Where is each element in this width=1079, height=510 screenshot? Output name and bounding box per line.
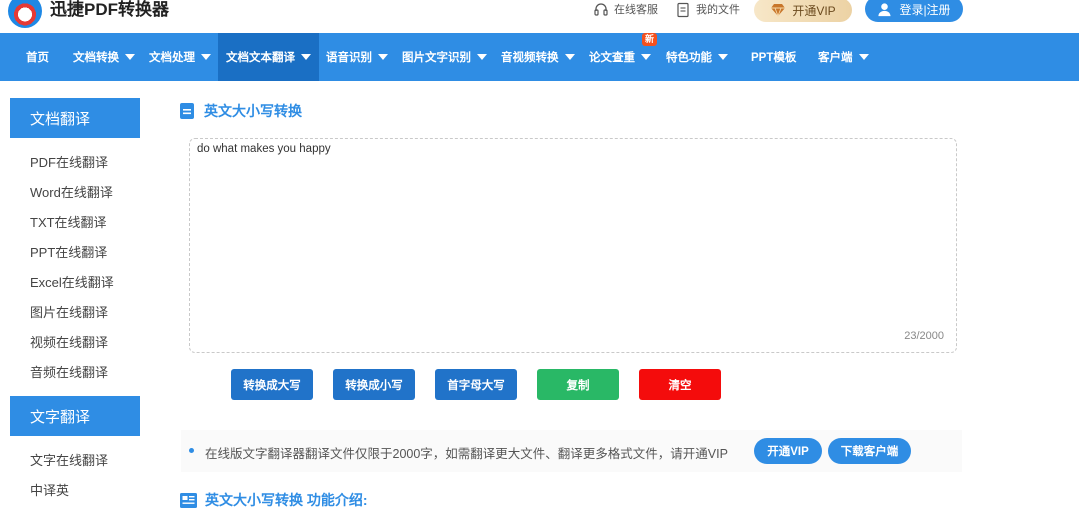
nav-client-label: 客户端	[818, 52, 853, 64]
chevron-down-icon	[858, 54, 869, 60]
open-vip-button[interactable]: 开通VIP	[754, 0, 852, 22]
chevron-down-icon	[641, 54, 651, 60]
chevron-down-icon	[201, 54, 211, 60]
capitalize-button[interactable]: 首字母大写	[435, 369, 517, 400]
limit-notice-text: 在线版文字翻译器翻译文件仅限于2000字，如需翻译更大文件、翻译更多格式文件，请…	[205, 447, 728, 461]
nav-paper-check[interactable]: 论文查重新	[589, 33, 658, 81]
nav-ocr[interactable]: 图片文字识别	[402, 33, 487, 81]
sidebar-item-ppt[interactable]: PPT在线翻译	[30, 245, 107, 261]
nav-ocr-label: 图片文字识别	[402, 52, 471, 64]
copy-button[interactable]: 复制	[537, 369, 619, 400]
nav-speech[interactable]: 语音识别	[326, 33, 388, 81]
sidebar-item-txt[interactable]: TXT在线翻译	[30, 215, 107, 231]
nav-doc-process-label: 文档处理	[149, 52, 195, 64]
bullet-dot	[189, 448, 194, 453]
login-register-button[interactable]: 登录|注册	[865, 0, 963, 22]
sidebar-item-image[interactable]: 图片在线翻译	[30, 305, 108, 321]
login-register-label: 登录|注册	[899, 2, 951, 17]
nav-home-label: 首页	[26, 52, 49, 64]
nav-av-convert[interactable]: 音视频转换	[501, 33, 575, 81]
document-icon	[677, 2, 689, 18]
text-input[interactable]	[197, 143, 947, 323]
intro-title-text: 英文大小写转换 功能介绍:	[205, 492, 368, 508]
my-files-link[interactable]: 我的文件	[675, 2, 740, 18]
intro-title: 英文大小写转换 功能介绍:	[180, 490, 368, 510]
page-title: 英文大小写转换	[180, 101, 302, 121]
chevron-down-icon	[125, 54, 135, 60]
my-files-label: 我的文件	[696, 4, 740, 16]
nav-home[interactable]: 首页	[26, 33, 49, 81]
notice-open-vip-button[interactable]: 开通VIP	[754, 438, 822, 464]
nav-speech-label: 语音识别	[326, 52, 372, 64]
sidebar-item-text-online[interactable]: 文字在线翻译	[30, 453, 108, 469]
sidebar-item-pdf[interactable]: PDF在线翻译	[30, 155, 108, 171]
nav-ppt-template[interactable]: PPT模板	[751, 33, 796, 81]
nav-av-convert-label: 音视频转换	[501, 52, 559, 64]
chevron-down-icon	[301, 54, 311, 60]
nav-doc-process[interactable]: 文档处理	[149, 33, 211, 81]
nav-ppt-template-label: PPT模板	[751, 52, 797, 64]
new-badge: 新	[642, 33, 658, 46]
chevron-down-icon	[378, 54, 388, 60]
sidebar-item-excel[interactable]: Excel在线翻译	[30, 275, 114, 291]
top-header: 迅捷PDF转换器 在线客服 我的文件 开通VIP 登录|注册	[0, 0, 1079, 33]
user-icon	[878, 2, 892, 16]
sidebar-item-audio[interactable]: 音频在线翻译	[30, 365, 108, 381]
online-service-label: 在线客服	[614, 4, 658, 16]
diamond-icon	[771, 4, 786, 17]
to-lowercase-button[interactable]: 转换成小写	[333, 369, 415, 400]
sidebar-item-cn-en[interactable]: 中译英	[30, 483, 69, 499]
clear-button[interactable]: 清空	[639, 369, 721, 400]
limit-notice: 在线版文字翻译器翻译文件仅限于2000字，如需翻译更大文件、翻译更多格式文件，请…	[181, 430, 962, 472]
open-vip-label: 开通VIP	[792, 3, 836, 18]
sidebar-group-text-translate[interactable]: 文字翻译	[10, 396, 140, 436]
notice-download-client-button[interactable]: 下载客户端	[828, 438, 911, 464]
note-icon	[180, 103, 194, 119]
sidebar-group-doc-translate[interactable]: 文档翻译	[10, 98, 140, 138]
brand-logo-icon[interactable]	[8, 0, 42, 28]
nav-features[interactable]: 特色功能	[666, 33, 728, 81]
nav-doc-convert-label: 文档转换	[73, 52, 119, 64]
nav-features-label: 特色功能	[666, 52, 712, 64]
char-counter: 23/2000	[904, 330, 944, 342]
nav-paper-check-label: 论文查重	[589, 52, 635, 64]
main-nav: 首页 文档转换 文档处理 文档文本翻译 语音识别 图片文字识别 音视频转换 论文…	[0, 33, 1079, 81]
headset-icon	[594, 3, 608, 16]
online-service-link[interactable]: 在线客服	[593, 2, 658, 18]
nav-doc-convert[interactable]: 文档转换	[73, 33, 135, 81]
chevron-down-icon	[564, 54, 575, 60]
nav-doc-translate-label: 文档文本翻译	[226, 52, 295, 64]
chevron-down-icon	[718, 54, 728, 60]
to-uppercase-button[interactable]: 转换成大写	[231, 369, 313, 400]
sidebar-item-video[interactable]: 视频在线翻译	[30, 335, 108, 351]
chevron-down-icon	[477, 54, 487, 60]
nav-client[interactable]: 客户端	[818, 33, 869, 81]
text-editor: 23/2000	[189, 138, 957, 353]
brand-name[interactable]: 迅捷PDF转换器	[50, 0, 169, 20]
sidebar-item-word[interactable]: Word在线翻译	[30, 185, 113, 201]
newspaper-icon	[180, 492, 197, 508]
page-title-text: 英文大小写转换	[204, 103, 302, 119]
nav-doc-translate[interactable]: 文档文本翻译	[218, 33, 319, 81]
